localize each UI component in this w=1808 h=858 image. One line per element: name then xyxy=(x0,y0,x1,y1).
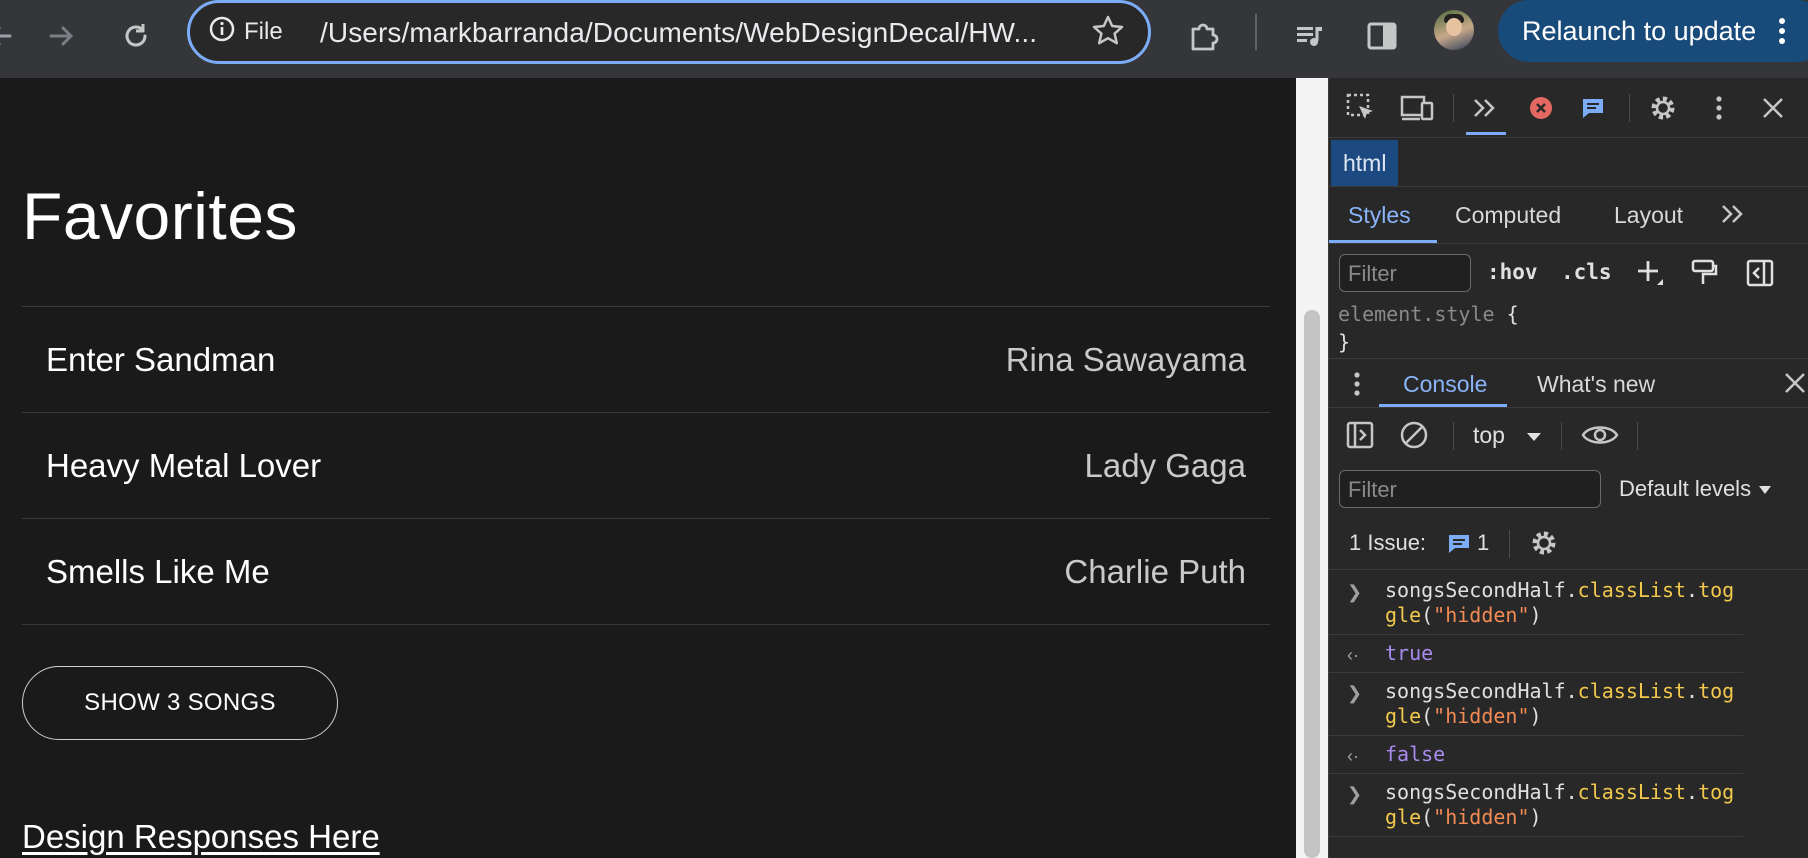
element-style-selector: element.style xyxy=(1338,302,1495,326)
tab-layout[interactable]: Layout xyxy=(1614,202,1683,229)
toggle-sidebar-icon[interactable] xyxy=(1745,258,1775,293)
back-arrow-icon[interactable] xyxy=(0,8,28,64)
console-input-entry[interactable]: ❯ songsSecondHalf.classList.toggle("hidd… xyxy=(1329,572,1743,635)
issue-message-icon[interactable] xyxy=(1447,532,1471,561)
live-expression-eye-icon[interactable] xyxy=(1581,422,1619,453)
inspect-element-icon[interactable] xyxy=(1341,88,1381,128)
issues-count[interactable]: 1 xyxy=(1477,530,1489,556)
song-row: Heavy Metal Lover Lady Gaga xyxy=(22,413,1270,519)
song-name: Enter Sandman xyxy=(46,341,276,378)
new-rule-plus-icon[interactable] xyxy=(1635,258,1665,293)
cls-button[interactable]: .cls xyxy=(1561,260,1612,284)
settings-gear-icon[interactable] xyxy=(1643,88,1683,128)
page-title: Favorites xyxy=(22,179,298,253)
more-vert-icon[interactable] xyxy=(1778,17,1786,52)
info-icon xyxy=(208,15,236,50)
scheme-label: File xyxy=(244,18,283,45)
song-row: Smells Like Me Charlie Puth xyxy=(22,519,1270,625)
page-content: Favorites Enter Sandman Rina Sawayama He… xyxy=(0,78,1296,858)
breadcrumb: html xyxy=(1329,139,1808,187)
scrollbar-thumb[interactable] xyxy=(1304,310,1320,858)
profile-avatar[interactable] xyxy=(1434,10,1474,50)
console-sidebar-icon[interactable] xyxy=(1345,420,1375,455)
devtools-toolbar xyxy=(1329,78,1808,138)
console-input-entry[interactable]: ❯ songsSecondHalf.classList.toggle("hidd… xyxy=(1329,673,1743,736)
breadcrumb-html[interactable]: html xyxy=(1331,140,1399,186)
styles-tab-bar: Styles Computed Layout xyxy=(1329,188,1808,244)
input-chevron-icon: ❯ xyxy=(1347,784,1363,804)
log-levels-label: Default levels xyxy=(1619,476,1752,501)
issues-label: 1 Issue: xyxy=(1349,530,1427,555)
star-icon[interactable] xyxy=(1090,13,1126,54)
device-toolbar-icon[interactable] xyxy=(1397,88,1437,128)
console-output-entry: ‹· false xyxy=(1329,736,1743,774)
tab-computed[interactable]: Computed xyxy=(1455,202,1561,229)
console-output-entry: ‹· true xyxy=(1329,635,1743,673)
side-panel-icon[interactable] xyxy=(1354,8,1410,64)
address-bar[interactable]: File /Users/markbarranda/Documents/WebDe… xyxy=(187,0,1151,64)
hov-button[interactable]: :hov xyxy=(1487,260,1538,284)
toolbar-separator xyxy=(1255,14,1257,50)
console-settings-gear-icon[interactable] xyxy=(1529,528,1559,563)
console-log: ❯ songsSecondHalf.classList.toggle("hidd… xyxy=(1329,572,1808,837)
console-filter-input[interactable]: Filter xyxy=(1339,470,1601,508)
song-row: Enter Sandman Rina Sawayama xyxy=(22,307,1270,413)
song-artist: Charlie Puth xyxy=(1064,553,1246,590)
song-artist: Rina Sawayama xyxy=(1005,341,1246,378)
close-devtools-icon[interactable] xyxy=(1753,88,1793,128)
design-responses-link[interactable]: Design Responses Here xyxy=(22,818,380,856)
input-chevron-icon: ❯ xyxy=(1347,683,1363,703)
styles-filter-row: Filter :hov .cls xyxy=(1329,244,1808,296)
issues-message-icon[interactable] xyxy=(1573,88,1613,128)
devtools-panel: html Styles Computed Layout Filter :hov … xyxy=(1328,78,1808,858)
issues-bar: 1 Issue: 1 xyxy=(1329,518,1808,570)
relaunch-button[interactable]: Relaunch to update xyxy=(1498,0,1808,62)
relaunch-label: Relaunch to update xyxy=(1522,15,1757,46)
devtools-menu-icon[interactable] xyxy=(1699,88,1739,128)
media-controls-icon[interactable] xyxy=(1282,8,1338,64)
output-chevron-icon: ‹· xyxy=(1347,645,1359,665)
levels-caret-icon xyxy=(1759,486,1772,494)
song-list: Enter Sandman Rina Sawayama Heavy Metal … xyxy=(22,306,1270,625)
more-tabs-chevron-icon[interactable] xyxy=(1719,202,1745,231)
close-drawer-icon[interactable] xyxy=(1783,371,1807,400)
console-input-entry[interactable]: ❯ songsSecondHalf.classList.toggle("hidd… xyxy=(1329,774,1743,837)
more-tabs-icon[interactable] xyxy=(1465,88,1505,128)
context-label: top xyxy=(1473,422,1505,448)
tab-styles[interactable]: Styles xyxy=(1348,202,1411,229)
clear-console-icon[interactable] xyxy=(1399,420,1429,455)
console-filter-row: Filter Default levels xyxy=(1329,464,1808,516)
tab-whats-new[interactable]: What's new xyxy=(1537,371,1655,398)
log-levels-dropdown[interactable]: Default levels xyxy=(1619,476,1773,502)
error-count-icon[interactable] xyxy=(1521,88,1561,128)
context-selector[interactable]: top xyxy=(1473,422,1543,449)
browser-toolbar: File /Users/markbarranda/Documents/WebDe… xyxy=(0,0,1808,78)
reload-icon[interactable] xyxy=(108,8,164,64)
input-chevron-icon: ❯ xyxy=(1347,582,1363,602)
drawer-tab-bar: Console What's new xyxy=(1329,358,1808,408)
site-info-chip[interactable]: File xyxy=(208,16,283,48)
song-artist: Lady Gaga xyxy=(1084,447,1246,484)
song-name: Smells Like Me xyxy=(46,553,270,590)
drawer-menu-icon[interactable] xyxy=(1353,371,1361,402)
tab-console[interactable]: Console xyxy=(1403,371,1487,398)
song-name: Heavy Metal Lover xyxy=(46,447,322,484)
output-chevron-icon: ‹· xyxy=(1347,746,1359,766)
page-scrollbar[interactable] xyxy=(1296,78,1328,858)
url-text[interactable]: /Users/markbarranda/Documents/WebDesignD… xyxy=(320,17,1037,49)
forward-arrow-icon[interactable] xyxy=(34,8,90,64)
close-brace: } xyxy=(1338,330,1351,354)
dropdown-caret-icon xyxy=(1527,433,1542,441)
paint-brush-icon[interactable] xyxy=(1689,258,1719,293)
element-style-rule: element.style { xyxy=(1338,302,1519,326)
extensions-icon[interactable] xyxy=(1176,8,1232,64)
open-brace: { xyxy=(1506,302,1519,326)
console-toolbar: top xyxy=(1329,410,1808,462)
styles-filter-input[interactable]: Filter xyxy=(1339,254,1471,292)
show-songs-button[interactable]: SHOW 3 SONGS xyxy=(22,666,338,740)
